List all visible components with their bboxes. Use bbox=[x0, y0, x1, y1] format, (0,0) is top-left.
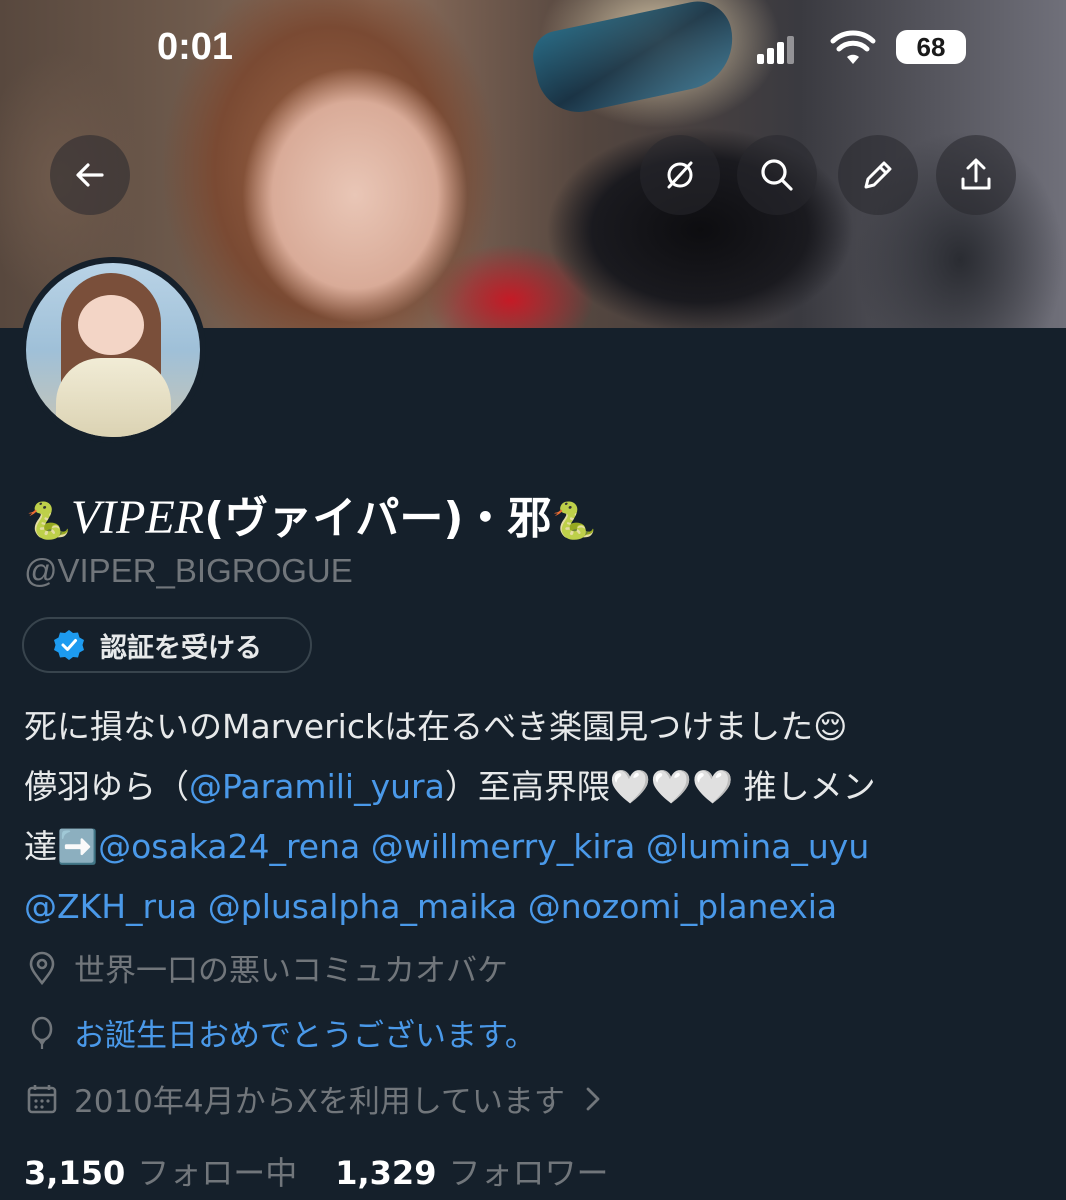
calendar-icon bbox=[27, 1084, 57, 1113]
balloon-icon bbox=[31, 1016, 53, 1049]
verified-badge-icon bbox=[54, 630, 84, 660]
bio-text: ）至高界隈 bbox=[444, 767, 610, 806]
share-icon bbox=[961, 158, 991, 190]
mention-link[interactable]: @willmerry_kira bbox=[371, 827, 636, 866]
bio-text: 死に損ないのMarverickは在るべき楽園見つけました bbox=[24, 707, 814, 746]
white-hearts-emoji: 🤍🤍🤍 bbox=[609, 767, 734, 806]
profile-birthday[interactable]: お誕生日おめでとうございます。 bbox=[24, 1010, 536, 1055]
followers-count: 1,329 bbox=[335, 1154, 437, 1192]
display-name: 🐍VIPER(ヴァイパー)・邪🐍 bbox=[26, 482, 596, 546]
following-count: 3,150 bbox=[24, 1154, 126, 1192]
snake-emoji: 🐍 bbox=[551, 501, 597, 542]
followers-label: フォロワー bbox=[448, 1154, 609, 1192]
profile-bio: 死に損ないのMarverickは在るべき楽園見つけました😌 儚羽ゆら（@Para… bbox=[24, 697, 1054, 937]
wifi-icon bbox=[830, 30, 876, 64]
user-handle: @VIPER_BIGROGUE bbox=[24, 552, 353, 589]
mention-link[interactable]: @ZKH_rua bbox=[24, 887, 197, 926]
back-button[interactable] bbox=[50, 135, 130, 215]
profile-location: 世界一口の悪いコミュカオバケ bbox=[24, 945, 508, 990]
search-button[interactable] bbox=[737, 135, 817, 215]
avatar-image bbox=[26, 263, 200, 437]
joined-text: 2010年4月からXを利用しています bbox=[74, 1084, 565, 1120]
share-button[interactable] bbox=[936, 135, 1016, 215]
battery-indicator: 68 bbox=[896, 30, 966, 64]
display-name-italic: VIPER bbox=[70, 491, 205, 544]
mention-link[interactable]: @lumina_uyu bbox=[646, 827, 869, 866]
location-pin-icon bbox=[29, 951, 55, 985]
relieved-emoji: 😌 bbox=[813, 707, 848, 746]
profile-joined[interactable]: 2010年4月からXを利用しています bbox=[24, 1076, 611, 1121]
mention-link[interactable]: @osaka24_rena bbox=[98, 827, 360, 866]
edit-icon bbox=[864, 161, 892, 189]
back-arrow-icon bbox=[76, 163, 104, 187]
get-verified-label: 認証を受ける bbox=[100, 632, 262, 664]
bio-text: 達 bbox=[24, 827, 57, 866]
snake-emoji: 🐍 bbox=[26, 501, 71, 542]
birthday-link[interactable]: お誕生日おめでとうございます。 bbox=[74, 1010, 536, 1055]
search-icon bbox=[761, 159, 793, 191]
following-label: フォロー中 bbox=[137, 1154, 298, 1192]
status-time: 0:01 bbox=[157, 26, 234, 68]
mention-link[interactable]: @nozomi_planexia bbox=[528, 887, 837, 926]
bio-text: 儚羽ゆら（ bbox=[24, 767, 189, 806]
right-arrow-emoji: ➡️ bbox=[57, 827, 99, 866]
edit-button[interactable] bbox=[838, 135, 918, 215]
followers-link[interactable]: 1,329 フォロワー bbox=[335, 1154, 646, 1192]
signal-icon bbox=[757, 36, 797, 64]
avatar[interactable] bbox=[20, 257, 206, 443]
chevron-right-icon bbox=[586, 1087, 600, 1110]
follow-stats: 3,150 フォロー中 1,329 フォロワー bbox=[24, 1148, 646, 1194]
location-text: 世界一口の悪いコミュカオバケ bbox=[74, 953, 508, 989]
following-link[interactable]: 3,150 フォロー中 bbox=[24, 1154, 335, 1192]
grok-icon bbox=[667, 161, 693, 189]
bio-text: 推しメン bbox=[733, 767, 876, 806]
display-name-rest: (ヴァイパー)・邪 bbox=[204, 493, 552, 544]
get-verified-button[interactable]: 認証を受ける bbox=[22, 617, 312, 673]
mention-link[interactable]: @Paramili_yura bbox=[189, 767, 445, 806]
grok-button[interactable] bbox=[640, 135, 720, 215]
mention-link[interactable]: @plusalpha_maika bbox=[208, 887, 518, 926]
banner-decoration bbox=[528, 0, 742, 120]
